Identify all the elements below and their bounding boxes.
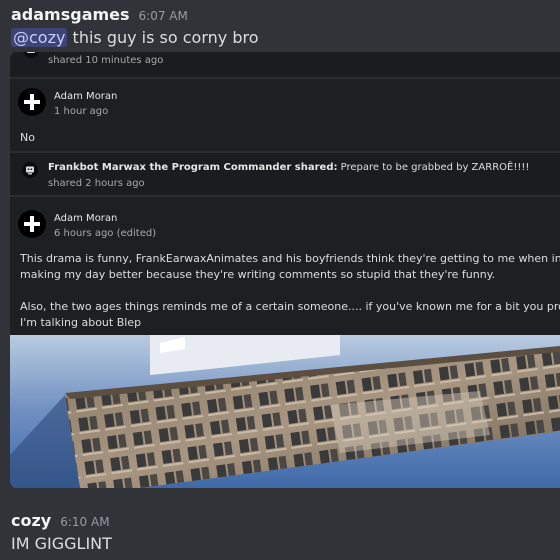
share-line: Frankbot Marwax the Program Commander sh… bbox=[48, 162, 529, 173]
message-text-content: this guy is so corny bro bbox=[67, 28, 259, 47]
message-header: adamsgames 6:07 AM bbox=[11, 5, 188, 24]
robot-icon bbox=[26, 166, 34, 175]
avatar[interactable] bbox=[18, 210, 46, 238]
comment-line: I'm talking about Blep bbox=[20, 316, 142, 329]
username[interactable]: cozy bbox=[11, 511, 51, 530]
comment-line: This drama is funny, FrankEarwaxAnimates… bbox=[20, 252, 560, 265]
building-image bbox=[10, 335, 560, 488]
avatar[interactable] bbox=[18, 88, 46, 116]
bot-avatar bbox=[23, 52, 39, 58]
message-text: @cozy this guy is so corny bro bbox=[11, 28, 259, 47]
shared-post-row: Frankbot Marwax the Program Commander sh… bbox=[10, 153, 560, 195]
comment-line: making my day better because they're wri… bbox=[20, 268, 496, 281]
username[interactable]: adamsgames bbox=[11, 5, 130, 24]
comment-line bbox=[20, 283, 560, 299]
attached-screenshot[interactable]: shared 10 minutes ago Adam Moran 1 hour … bbox=[10, 52, 560, 488]
plus-cross-icon bbox=[24, 216, 40, 232]
bot-avatar[interactable] bbox=[22, 162, 38, 178]
timestamp: 6:07 AM bbox=[138, 9, 188, 23]
comment-meta: 1 hour ago bbox=[54, 106, 109, 117]
message-header: cozy 6:10 AM bbox=[11, 511, 110, 530]
share-author[interactable]: Frankbot Marwax the Program Commander sh… bbox=[48, 162, 337, 173]
timestamp: 6:10 AM bbox=[60, 515, 110, 529]
shared-post-row: shared 10 minutes ago bbox=[10, 52, 560, 76]
message-text: IM GIGGLINT bbox=[11, 534, 112, 553]
share-text: Prepare to be grabbed by ZARROÊ!!!! bbox=[337, 162, 530, 173]
comment-text: No bbox=[20, 131, 35, 144]
comment-author[interactable]: Adam Moran bbox=[54, 213, 117, 224]
user-mention[interactable]: @cozy bbox=[11, 28, 68, 47]
chat-view: adamsgames 6:07 AM @cozy this guy is so … bbox=[0, 0, 560, 560]
comment-body: This drama is funny, FrankEarwaxAnimates… bbox=[20, 251, 560, 331]
comment-author[interactable]: Adam Moran bbox=[54, 91, 117, 102]
plus-cross-icon bbox=[24, 94, 40, 110]
building-photo[interactable] bbox=[10, 335, 560, 488]
comment-row: Adam Moran 1 hour ago No bbox=[10, 79, 560, 151]
share-meta: shared 10 minutes ago bbox=[48, 55, 164, 66]
comment-meta: 6 hours ago (edited) bbox=[54, 228, 157, 239]
share-meta: shared 2 hours ago bbox=[48, 178, 145, 189]
comment-line: Also, the two ages things reminds me of … bbox=[20, 300, 560, 313]
robot-icon bbox=[27, 52, 35, 53]
comment-row: Adam Moran 6 hours ago (edited) This dra… bbox=[10, 197, 560, 335]
